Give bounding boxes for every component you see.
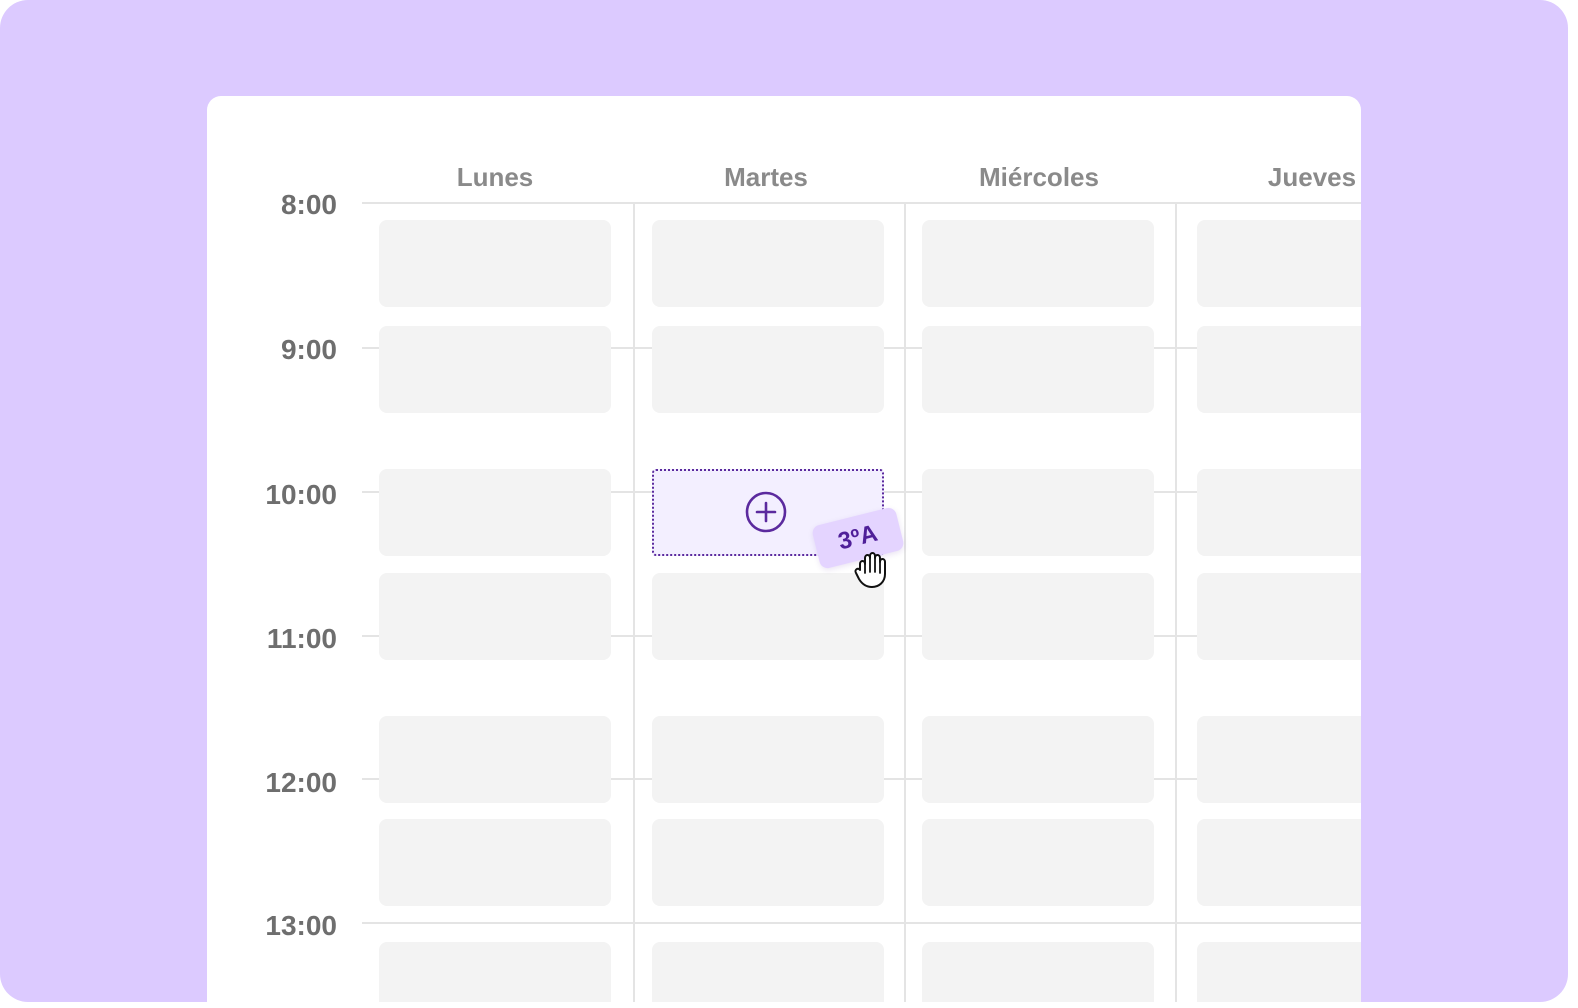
slot-miercoles[interactable] <box>922 220 1154 307</box>
slot-lunes[interactable] <box>379 942 611 1002</box>
slot-jueves[interactable] <box>1197 819 1361 906</box>
slot-miercoles[interactable] <box>922 942 1154 1002</box>
time-label-11: 11:00 <box>266 623 337 654</box>
slot-miercoles[interactable] <box>922 573 1154 660</box>
time-label-13: 13:00 <box>265 910 337 941</box>
time-label-12: 12:00 <box>265 767 337 798</box>
column-divider <box>1175 203 1177 1002</box>
day-header-miercoles: Miércoles <box>979 162 1099 192</box>
slot-martes[interactable] <box>652 220 884 307</box>
slot-martes[interactable] <box>652 942 884 1002</box>
column-divider <box>904 203 906 1002</box>
slot-jueves[interactable] <box>1197 469 1361 556</box>
slot-lunes[interactable] <box>379 819 611 906</box>
slot-lunes[interactable] <box>379 716 611 803</box>
time-label-10: 10:00 <box>265 479 337 510</box>
slot-jueves[interactable] <box>1197 716 1361 803</box>
time-label-9: 9:00 <box>280 334 337 365</box>
day-header-jueves: Jueves <box>1267 162 1357 192</box>
slot-martes[interactable] <box>652 573 884 660</box>
hour-line-13 <box>362 922 1361 924</box>
slot-miercoles[interactable] <box>922 819 1154 906</box>
grab-hand-icon <box>852 546 894 590</box>
slot-jueves[interactable] <box>1197 220 1361 307</box>
schedule-card: Lunes Martes Miércoles Jueves 8:00 9:00 … <box>207 96 1361 1002</box>
slot-miercoles[interactable] <box>922 326 1154 413</box>
slot-lunes[interactable] <box>379 220 611 307</box>
slot-martes[interactable] <box>652 819 884 906</box>
day-header-martes: Martes <box>724 162 808 192</box>
slot-lunes[interactable] <box>379 326 611 413</box>
slot-jueves[interactable] <box>1197 573 1361 660</box>
plus-circle-icon[interactable] <box>745 491 787 533</box>
slot-martes[interactable] <box>652 326 884 413</box>
slot-jueves[interactable] <box>1197 942 1361 1002</box>
column-divider <box>633 203 635 1002</box>
day-header-lunes: Lunes <box>456 162 534 192</box>
slot-miercoles[interactable] <box>922 469 1154 556</box>
time-label-8: 8:00 <box>280 189 337 220</box>
hour-line-8 <box>362 202 1361 204</box>
slot-jueves[interactable] <box>1197 326 1361 413</box>
slot-martes[interactable] <box>652 716 884 803</box>
slot-miercoles[interactable] <box>922 716 1154 803</box>
background-frame: Lunes Martes Miércoles Jueves 8:00 9:00 … <box>0 0 1568 1002</box>
slot-lunes[interactable] <box>379 469 611 556</box>
slot-lunes[interactable] <box>379 573 611 660</box>
